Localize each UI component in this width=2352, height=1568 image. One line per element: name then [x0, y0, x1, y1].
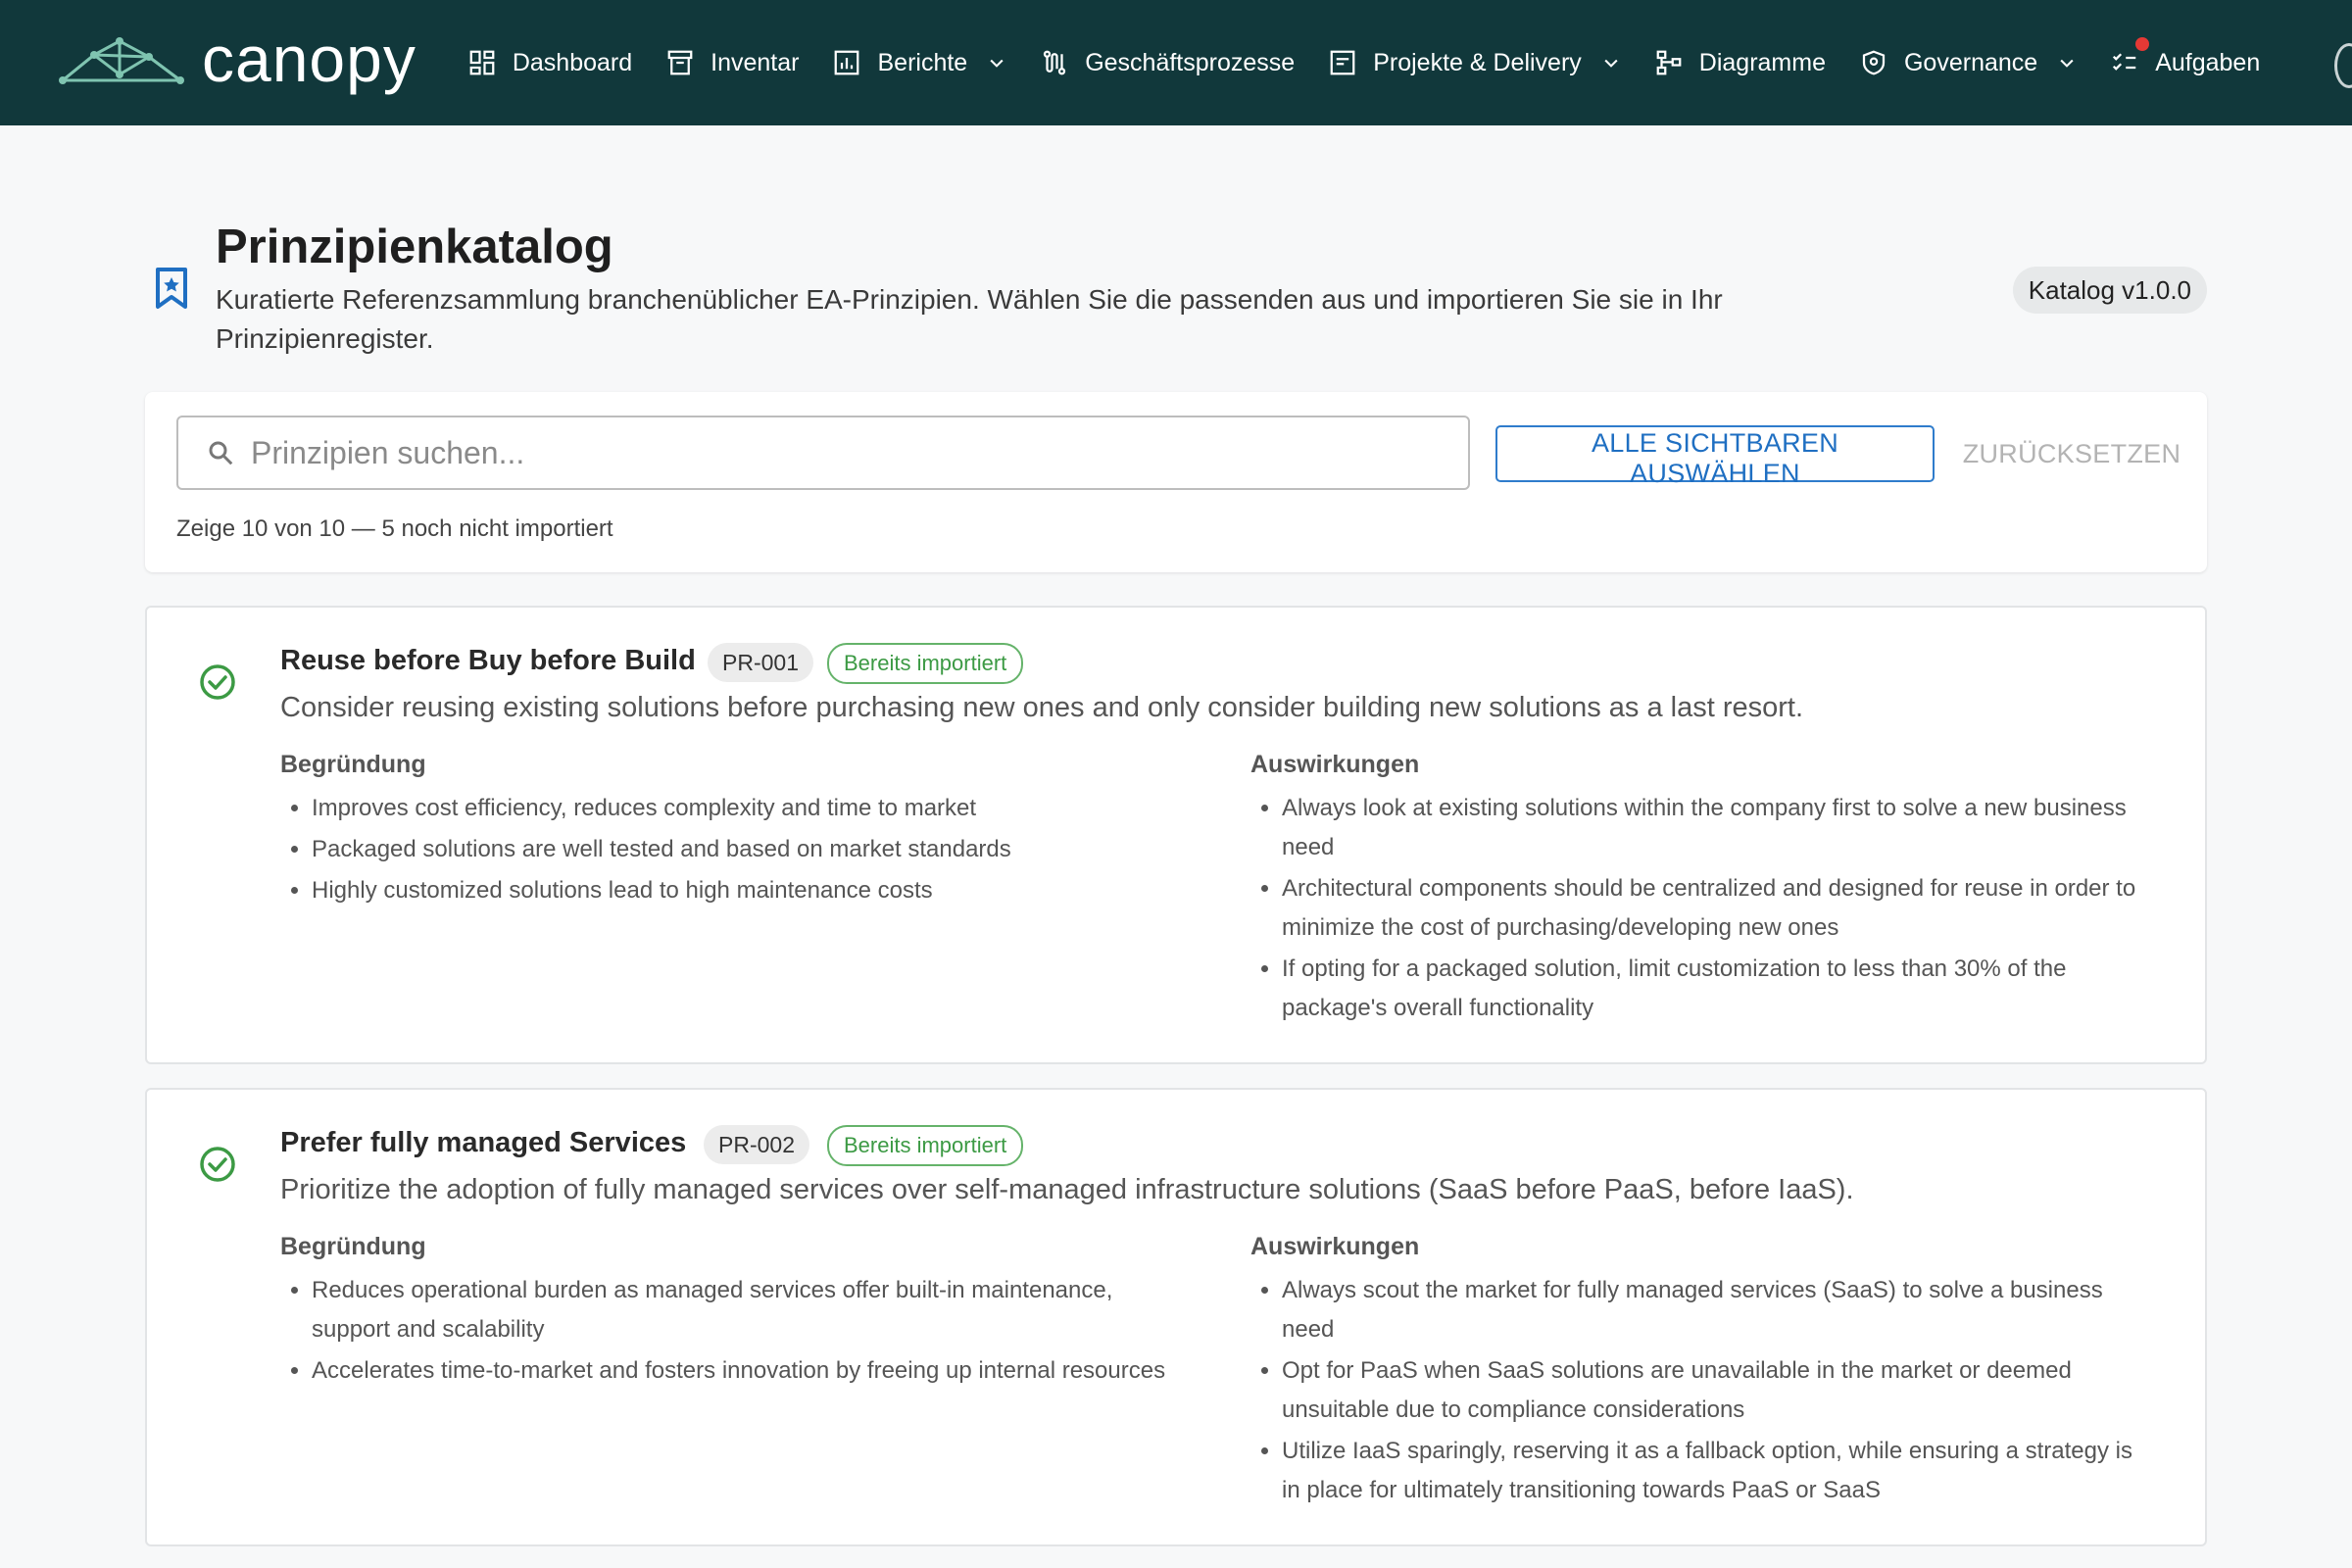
- diagram-icon: [1654, 48, 1684, 77]
- principle-description: Prioritize the adoption of fully managed…: [280, 1174, 1854, 1205]
- bookmark-star-icon: [156, 268, 187, 309]
- implications-list: Always scout the market for fully manage…: [1250, 1271, 2152, 1510]
- principle-title: Prefer fully managed Services: [280, 1127, 687, 1158]
- page-header: Prinzipienkatalog Kuratierte Referenzsam…: [145, 218, 2207, 365]
- implication-item: Architectural components should be centr…: [1282, 869, 2152, 948]
- route-icon: [1040, 48, 1069, 77]
- rationale-item: Improves cost efficiency, reduces comple…: [312, 789, 1182, 828]
- nav-label: Inventar: [710, 48, 800, 76]
- nav-item-diagramme[interactable]: Diagramme: [1654, 0, 1826, 125]
- implications-heading: Auswirkungen: [1250, 751, 1420, 778]
- implications-section: Auswirkungen Always scout the market for…: [1250, 1233, 2152, 1512]
- imported-status-badge: Bereits importiert: [827, 1125, 1024, 1166]
- checklist-icon: [2110, 48, 2139, 77]
- implication-item: If opting for a packaged solution, limit…: [1282, 950, 2152, 1028]
- principle-description: Consider reusing existing solutions befo…: [280, 692, 1804, 723]
- nav-item-dashboard[interactable]: Dashboard: [467, 0, 632, 125]
- principle-code-badge: PR-001: [708, 643, 813, 682]
- imported-status-badge: Bereits importiert: [827, 643, 1024, 684]
- rationale-item: Reduces operational burden as managed se…: [312, 1271, 1182, 1349]
- canopy-logo-icon: [59, 37, 184, 84]
- implications-heading: Auswirkungen: [1250, 1233, 1420, 1260]
- principle-title: Reuse before Buy before Build: [280, 645, 696, 676]
- nav-item-inventar[interactable]: Inventar: [665, 0, 799, 125]
- nav-item-berichte[interactable]: Berichte: [832, 0, 1006, 125]
- rationale-item: Accelerates time-to-market and fosters i…: [312, 1351, 1182, 1391]
- rationale-item: Highly customized solutions lead to high…: [312, 871, 1182, 910]
- nav-label: Diagramme: [1698, 48, 1826, 76]
- reset-button[interactable]: ZURÜCKSETZEN: [1954, 425, 2189, 482]
- nav-label: Berichte: [877, 48, 968, 76]
- principle-card[interactable]: Reuse before Buy before Build PR-001 Ber…: [145, 606, 2207, 1064]
- search-field[interactable]: [176, 416, 1470, 490]
- brand-logo[interactable]: canopy: [59, 26, 416, 95]
- rationale-item: Packaged solutions are well tested and b…: [312, 830, 1182, 869]
- user-avatar-edge[interactable]: [2334, 43, 2352, 88]
- nav-item-governance[interactable]: Governance: [1859, 0, 2077, 125]
- implication-item: Utilize IaaS sparingly, reserving it as …: [1282, 1432, 2152, 1510]
- principle-code-badge: PR-002: [704, 1125, 809, 1164]
- search-panel: ALLE SICHTBAREN AUSWÄHLEN ZURÜCKSETZEN Z…: [145, 392, 2207, 572]
- nav-item-aufgaben[interactable]: Aufgaben: [2110, 0, 2260, 125]
- rationale-list: Reduces operational burden as managed se…: [280, 1271, 1182, 1391]
- search-icon: [206, 438, 235, 467]
- principle-card[interactable]: Prefer fully managed Services PR-002 Ber…: [145, 1088, 2207, 1546]
- rationale-section: Begründung Improves cost efficiency, red…: [280, 751, 1182, 912]
- catalog-version-badge: Katalog v1.0.0: [2012, 267, 2207, 314]
- chevron-down-icon: [2057, 53, 2077, 73]
- main-nav: Dashboard Inventar Berichte Geschäftspro…: [467, 0, 2293, 125]
- result-count-status: Zeige 10 von 10 — 5 noch nicht importier…: [176, 515, 613, 542]
- brand-name: canopy: [202, 23, 416, 95]
- shield-icon: [1859, 48, 1888, 77]
- rationale-heading: Begründung: [280, 751, 426, 778]
- select-all-visible-button[interactable]: ALLE SICHTBAREN AUSWÄHLEN: [1495, 425, 1935, 488]
- nav-label: Geschäftsprozesse: [1085, 48, 1296, 76]
- rationale-heading: Begründung: [280, 1233, 426, 1260]
- implications-section: Auswirkungen Always look at existing sol…: [1250, 751, 2152, 1030]
- page-description: Kuratierte Referenzsammlung branchenübli…: [216, 284, 1723, 354]
- bar-chart-icon: [832, 48, 861, 77]
- page-title: Prinzipienkatalog: [216, 220, 613, 273]
- imported-check-icon: [200, 1147, 235, 1182]
- nav-label: Dashboard: [512, 48, 633, 76]
- imported-check-icon: [200, 664, 235, 700]
- nav-label: Projekte & Delivery: [1373, 48, 1582, 76]
- top-navigation-bar: canopy Dashboard Inventar Berichte Gesch…: [0, 0, 2352, 125]
- dashboard-icon: [467, 48, 497, 77]
- implication-item: Always look at existing solutions within…: [1282, 789, 2152, 867]
- notification-dot: [2135, 37, 2150, 51]
- implication-item: Always scout the market for fully manage…: [1282, 1271, 2152, 1349]
- rationale-section: Begründung Reduces operational burden as…: [280, 1233, 1182, 1393]
- implications-list: Always look at existing solutions within…: [1250, 789, 2152, 1028]
- nav-label: Aufgaben: [2155, 48, 2261, 76]
- rationale-list: Improves cost efficiency, reduces comple…: [280, 789, 1182, 910]
- chevron-down-icon: [987, 53, 1006, 73]
- implication-item: Opt for PaaS when SaaS solutions are una…: [1282, 1351, 2152, 1430]
- nav-item-geschaeftsprozesse[interactable]: Geschäftsprozesse: [1040, 0, 1295, 125]
- nav-label: Governance: [1903, 48, 2038, 76]
- archive-icon: [665, 48, 695, 77]
- search-input[interactable]: [249, 433, 1429, 472]
- chevron-down-icon: [1601, 53, 1621, 73]
- nav-item-projekte-delivery[interactable]: Projekte & Delivery: [1328, 0, 1621, 125]
- project-icon: [1328, 48, 1357, 77]
